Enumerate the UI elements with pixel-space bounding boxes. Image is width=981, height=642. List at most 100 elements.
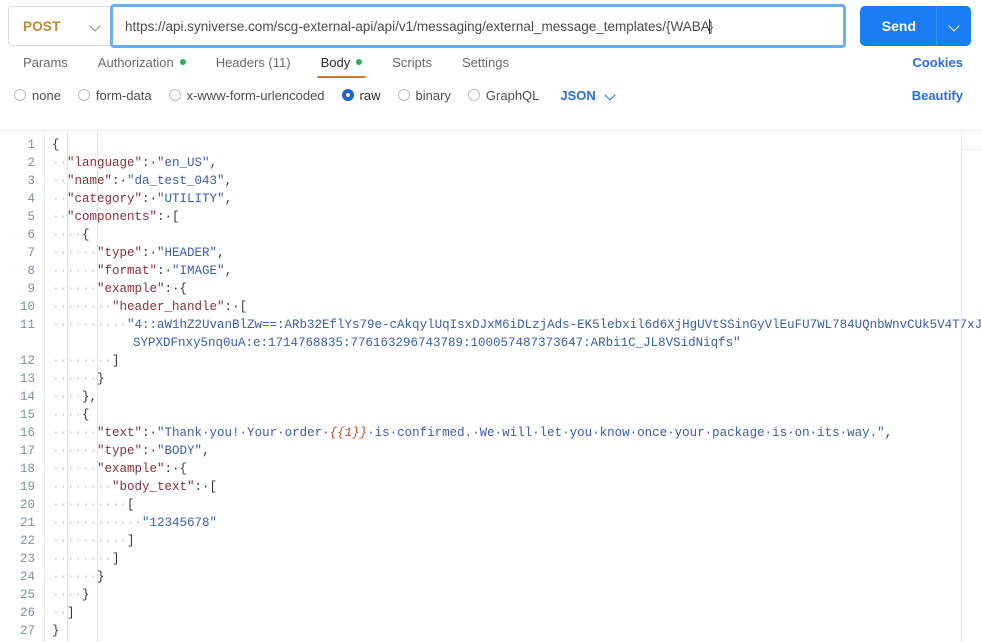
line-number: 14	[19, 390, 35, 404]
code-line[interactable]: {	[45, 136, 981, 154]
code-token: ]	[67, 606, 75, 620]
send-options-button[interactable]	[936, 6, 971, 46]
code-line[interactable]: ··"name":·"da_test_043",	[45, 172, 981, 190]
send-button[interactable]: Send	[860, 6, 936, 46]
code-token: [	[172, 210, 180, 224]
tab-label: Settings	[461, 54, 509, 70]
body-type-radio-none[interactable]: none	[14, 88, 61, 103]
code-line[interactable]: ··········]	[45, 532, 981, 550]
body-format-label: JSON	[560, 87, 596, 103]
request-bar: POST https://api.syniverse.com/scg-exter…	[0, 0, 981, 48]
code-token: ··	[52, 192, 68, 206]
code-token: :·	[142, 156, 158, 170]
request-body-editor[interactable]: 1 2 3 4 5 6 7 8 9 10 11 12 13 14 15 16 17 18 19 20 21 22 23 24 2…	[0, 130, 981, 642]
code-token: }	[52, 624, 60, 638]
body-type-row: none form-data x-www-form-urlencoded raw bin…	[0, 79, 981, 111]
code-token: "header_handle"	[112, 300, 225, 314]
body-type-radio-x-www-form-urlencoded[interactable]: x-www-form-urlencoded	[168, 87, 325, 103]
tab-headers-11[interactable]: Headers (11)	[212, 46, 295, 79]
code-line[interactable]: ········]	[45, 352, 981, 370]
line-number: 13	[19, 372, 35, 386]
body-type-label: GraphQL	[485, 87, 540, 103]
cookies-link[interactable]: Cookies	[912, 55, 963, 70]
code-line[interactable]: }	[45, 622, 981, 640]
code-token: "Thank·you!·Your·order·	[157, 426, 330, 440]
body-type-radio-raw[interactable]: raw	[341, 88, 381, 103]
code-line[interactable]: ······"type":·"BODY",	[45, 442, 981, 460]
body-type-radio-binary[interactable]: binary	[397, 88, 451, 103]
url-input[interactable]: https://api.syniverse.com/scg-external-a…	[110, 4, 846, 48]
line-number: 1	[27, 138, 35, 152]
tab-label: Params	[23, 54, 68, 70]
code-line[interactable]: ··········"4::aW1hZ2UvanBlZw==:ARb32EflY…	[45, 316, 981, 334]
code-line[interactable]: ··"language":·"en_US",	[45, 154, 981, 172]
code-token: "4::aW1hZ2UvanBlZw==:ARb32EflYs79e-cAkqy…	[127, 318, 981, 332]
code-token: [	[239, 300, 248, 314]
code-line[interactable]: SYPXDFnxy5nq0uA:e:1714768835:77616329674…	[45, 334, 981, 352]
line-number: 19	[19, 480, 35, 494]
code-token: "format"	[97, 264, 158, 278]
line-number: 11	[19, 318, 35, 332]
body-type-radio-GraphQL[interactable]: GraphQL	[467, 87, 540, 103]
code-token: ··	[52, 210, 68, 224]
code-line[interactable]: ······"example":·{	[45, 460, 981, 478]
body-format-select[interactable]: JSON	[560, 88, 615, 103]
code-token: ··	[52, 606, 68, 620]
code-line[interactable]: ········"header_handle":·[	[45, 298, 981, 316]
code-line[interactable]: ··········[	[45, 496, 981, 514]
code-line[interactable]: ····{	[45, 406, 981, 424]
code-token: ········	[52, 552, 113, 566]
code-line[interactable]: ······}	[45, 370, 981, 388]
code-line[interactable]: ······"type":·"HEADER",	[45, 244, 981, 262]
line-number: 6	[27, 228, 35, 242]
code-token: "example"	[97, 462, 165, 476]
tab-label: Scripts	[392, 54, 432, 70]
tab-scripts[interactable]: Scripts	[388, 46, 436, 79]
code-line[interactable]: ··]	[45, 604, 981, 622]
line-number: 10	[19, 300, 35, 314]
code-token: [	[209, 480, 218, 494]
radio-icon	[341, 89, 354, 101]
code-line[interactable]: ······"text":·"Thank·you!·Your·order·{{1…	[45, 424, 981, 442]
code-token: "UTILITY"	[157, 192, 225, 206]
code-line[interactable]: ··"category":·"UTILITY",	[45, 190, 981, 208]
code-line[interactable]: ··"components":·[	[45, 208, 981, 226]
body-type-radio-form-data[interactable]: form-data	[77, 88, 152, 103]
line-number: 15	[19, 408, 35, 422]
tab-params[interactable]: Params	[19, 46, 72, 79]
code-line[interactable]: ······"example":·{	[45, 280, 981, 298]
code-line[interactable]: ········]	[45, 550, 981, 568]
code-token: SYPXDFnxy5nq0uA:e:1714768835:77616329674…	[133, 336, 741, 350]
tab-authorization[interactable]: Authorization	[94, 46, 190, 79]
code-token: ······	[52, 426, 98, 440]
url-value-tail: }	[708, 18, 714, 34]
code-line[interactable]: ····}	[45, 586, 981, 604]
code-line[interactable]: ····},	[45, 388, 981, 406]
code-token: ,	[202, 444, 210, 458]
tab-body[interactable]: Body	[316, 46, 367, 79]
code-token: :·	[157, 210, 173, 224]
code-line[interactable]: ······}	[45, 568, 981, 586]
editor-scroll-corner	[961, 131, 981, 150]
http-method-select[interactable]: POST	[8, 6, 111, 46]
indent-guide	[97, 131, 98, 642]
editor-scrollbar[interactable]	[961, 131, 962, 642]
code-token: ······	[52, 282, 98, 296]
code-token: "name"	[67, 174, 113, 188]
code-token: ······	[52, 570, 98, 584]
line-number: 4	[27, 192, 35, 206]
tab-settings[interactable]: Settings	[458, 46, 513, 79]
code-line[interactable]: ····{	[45, 226, 981, 244]
code-token: "type"	[97, 246, 143, 260]
body-type-label: x-www-form-urlencoded	[186, 87, 325, 103]
code-token: "da_test_043"	[127, 174, 225, 188]
code-line[interactable]: ············"12345678"	[45, 514, 981, 532]
beautify-button[interactable]: Beautify	[912, 88, 963, 103]
line-number: 2	[27, 156, 35, 170]
url-value: https://api.syniverse.com/scg-external-a…	[125, 18, 710, 34]
code-token: {	[82, 408, 90, 422]
code-token: "text"	[97, 426, 143, 440]
editor-code-area[interactable]: {··"language":·"en_US", ··"name":·"da_tes…	[44, 131, 981, 642]
code-line[interactable]: ········"body_text":·[	[45, 478, 981, 496]
code-line[interactable]: ······"format":·"IMAGE",	[45, 262, 981, 280]
